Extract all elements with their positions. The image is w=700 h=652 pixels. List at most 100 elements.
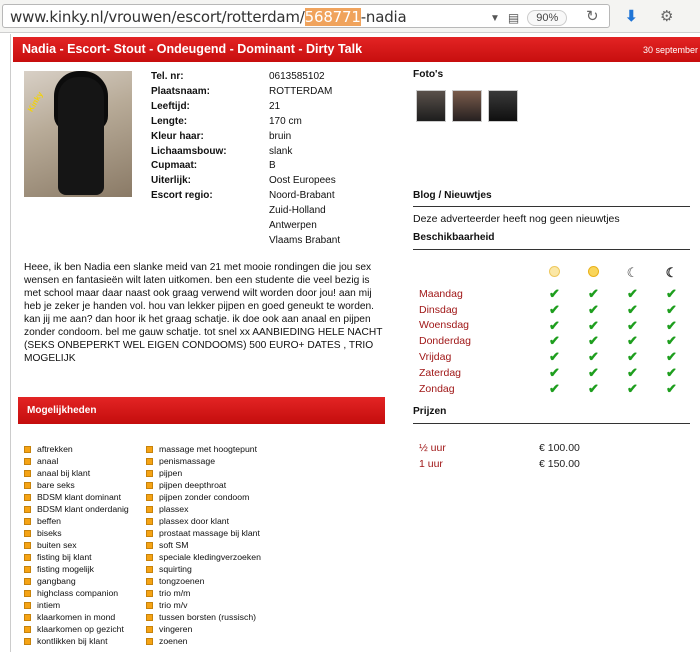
- download-icon[interactable]: ⬇: [625, 7, 638, 25]
- bullet-icon: [24, 613, 31, 621]
- info-key: Tel. nr:: [151, 71, 184, 82]
- availability-table: ☾ ☾ Maandag ✔ ✔ ✔ ✔ Dinsdag ✔ ✔ ✔ ✔ Woensdag ✔ ✔ ✔ ✔ Do…: [413, 264, 691, 397]
- bullet-icon: [146, 517, 153, 525]
- check-icon: ✔: [627, 317, 638, 333]
- price-duration: 1 uur: [419, 457, 443, 470]
- price-amount: € 100.00: [539, 442, 580, 454]
- availability-row: Donderdag ✔ ✔ ✔ ✔: [413, 333, 691, 349]
- availability-icons-row: ☾ ☾: [413, 264, 691, 282]
- photo-thumbnail-1[interactable]: [416, 90, 446, 122]
- service-item: klaarkomen op gezicht: [24, 623, 129, 635]
- day-label: Woensdag: [419, 319, 470, 332]
- day-label: Maandag: [419, 287, 463, 300]
- price-duration: ½ uur: [419, 442, 446, 454]
- service-item: soft SM: [146, 539, 261, 551]
- profile-description: Heee, ik ben Nadia een slanke meid van 2…: [24, 262, 383, 364]
- availability-heading: Beschikbaarheid: [413, 232, 495, 243]
- price-row: 1 uur € 150.00: [419, 457, 580, 473]
- bullet-icon: [24, 589, 31, 597]
- photo-thumbnail-2[interactable]: [452, 90, 482, 122]
- bullet-icon: [24, 457, 31, 465]
- service-label: plassex door klant: [159, 516, 230, 526]
- service-label: tussen borsten (russisch): [159, 612, 257, 622]
- service-item: intiem: [24, 599, 129, 611]
- info-value: slank: [269, 145, 293, 157]
- check-icon: ✔: [549, 349, 560, 365]
- service-label: anaal: [37, 456, 59, 466]
- availability-row: Zondag ✔ ✔ ✔ ✔: [413, 381, 691, 397]
- service-label: aftrekken: [37, 444, 73, 454]
- service-label: BDSM klant onderdanig: [37, 504, 129, 514]
- check-icon: ✔: [549, 317, 560, 333]
- check-icon: ✔: [666, 380, 677, 396]
- check-icon: ✔: [588, 317, 599, 333]
- address-bar[interactable]: www.kinky.nl/vrouwen/escort/rotterdam/56…: [2, 4, 610, 28]
- reader-view-icon[interactable]: ▤: [508, 11, 519, 25]
- bullet-icon: [146, 445, 153, 453]
- info-row: Leeftijd: 21: [151, 100, 379, 115]
- day-label: Vrijdag: [419, 351, 452, 364]
- service-item: anaal: [24, 455, 129, 467]
- services-col-1: aftrekken anaal anaal bij klant bare seks BD…: [24, 443, 129, 647]
- evening-moon-icon: ☾: [626, 265, 639, 280]
- service-item: vingeren: [146, 623, 261, 635]
- service-item: BDSM klant onderdanig: [24, 503, 129, 515]
- service-item: massage met hoogtepunt: [146, 443, 261, 455]
- service-label: massage met hoogtepunt: [159, 444, 258, 454]
- service-label: prostaat massage bij klant: [159, 528, 260, 538]
- service-label: fisting mogelijk: [37, 564, 94, 574]
- afternoon-sun-icon: [588, 266, 599, 277]
- profile-photo[interactable]: Kinky: [24, 71, 132, 197]
- check-icon: ✔: [666, 364, 677, 380]
- zoom-indicator[interactable]: 90%: [527, 10, 568, 26]
- photo-thumbnail-3[interactable]: [488, 90, 518, 122]
- service-label: speciale kledingverzoeken: [159, 552, 261, 562]
- bullet-icon: [146, 457, 153, 465]
- service-item: BDSM klant dominant: [24, 491, 129, 503]
- bullet-icon: [146, 553, 153, 561]
- service-label: penismassage: [159, 456, 216, 466]
- bullet-icon: [146, 625, 153, 633]
- check-icon: ✔: [666, 301, 677, 317]
- photo-watermark: Kinky: [26, 90, 45, 114]
- profile-date: 30 september: [642, 45, 698, 55]
- service-item: klaarkomen in mond: [24, 611, 129, 623]
- service-label: trio m/m: [159, 588, 191, 598]
- bullet-icon: [146, 481, 153, 489]
- reload-icon[interactable]: ↻: [586, 7, 599, 25]
- url-text[interactable]: www.kinky.nl/vrouwen/escort/rotterdam/56…: [10, 8, 407, 26]
- no-news-text: Deze adverteerder heeft nog geen nieuwtj…: [413, 213, 620, 225]
- info-key: [151, 234, 269, 249]
- service-label: highclass companion: [37, 588, 119, 598]
- chevron-down-icon[interactable]: ▼: [490, 13, 500, 24]
- service-label: buiten sex: [37, 540, 77, 550]
- info-value: Vlaams Brabant: [269, 234, 341, 246]
- service-item: anaal bij klant: [24, 467, 129, 479]
- bullet-icon: [24, 505, 31, 513]
- bullet-icon: [146, 565, 153, 573]
- service-item: aftrekken: [24, 443, 129, 455]
- service-label: pijpen: [159, 468, 183, 478]
- service-label: klaarkomen in mond: [37, 612, 116, 622]
- info-row: Cupmaat: B: [151, 159, 379, 174]
- service-item: plassex: [146, 503, 261, 515]
- service-item: speciale kledingverzoeken: [146, 551, 261, 563]
- info-key: Lengte:: [151, 115, 188, 127]
- check-icon: ✔: [627, 333, 638, 349]
- bullet-icon: [24, 517, 31, 525]
- info-value: 0613585102: [269, 71, 325, 82]
- check-icon: ✔: [588, 333, 599, 349]
- bullet-icon: [24, 577, 31, 585]
- bullet-icon: [146, 637, 153, 645]
- info-row: Lengte: 170 cm: [151, 115, 379, 130]
- info-row: Antwerpen: [151, 219, 379, 234]
- check-icon: ✔: [666, 349, 677, 365]
- check-icon: ✔: [549, 380, 560, 396]
- service-label: fisting bij klant: [37, 552, 92, 562]
- check-icon: ✔: [627, 285, 638, 301]
- extension-icon[interactable]: ⚙: [660, 7, 673, 25]
- info-value: B: [269, 160, 276, 172]
- service-item: pijpen zonder condoom: [146, 491, 261, 503]
- service-item: kontlikken bij klant: [24, 635, 129, 647]
- service-label: tongzoenen: [159, 576, 205, 586]
